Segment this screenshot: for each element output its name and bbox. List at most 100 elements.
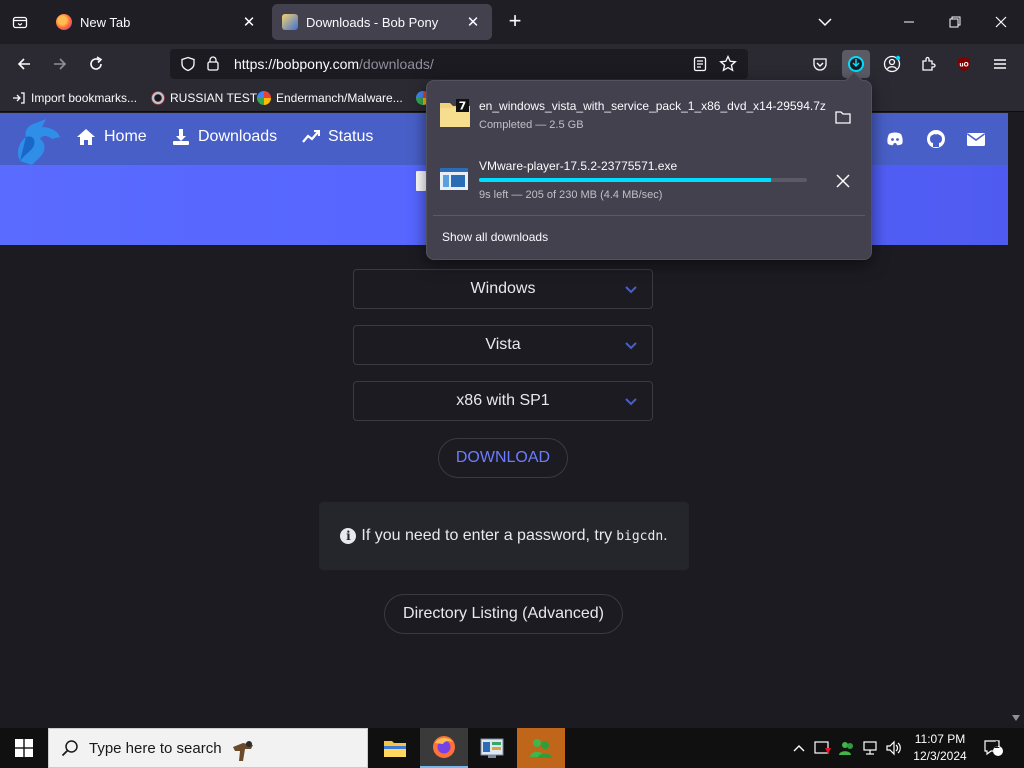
home-icon: [77, 129, 95, 145]
bookmark-russian-test[interactable]: RUSSIAN TEST: [151, 90, 257, 106]
account-icon[interactable]: [878, 50, 906, 78]
download-item-vista[interactable]: 7 en_windows_vista_with_service_pack_1_x…: [433, 89, 865, 145]
github-icon[interactable]: [926, 129, 946, 149]
users-icon: [530, 739, 552, 758]
bookmark-label: RUSSIAN TEST: [170, 91, 258, 105]
url-text[interactable]: https://bobpony.com/downloads/: [234, 56, 434, 72]
control-panel-icon: [480, 738, 504, 758]
directory-listing-button[interactable]: Directory Listing (Advanced): [384, 594, 623, 634]
forward-button[interactable]: [46, 50, 74, 78]
taskbar-control-panel[interactable]: [468, 728, 516, 768]
reader-view-icon[interactable]: [692, 56, 708, 72]
taskbar-app-people[interactable]: [517, 728, 565, 768]
bobpony-logo-icon[interactable]: [12, 117, 64, 167]
folder-icon: [835, 111, 851, 124]
download-progress-bar: [479, 178, 807, 182]
tab-new-tab[interactable]: New Tab ✕: [46, 4, 268, 40]
close-window-button[interactable]: [978, 0, 1024, 44]
show-in-folder-button[interactable]: [831, 105, 855, 129]
start-button[interactable]: [0, 728, 48, 768]
shield-icon[interactable]: [180, 56, 196, 72]
action-center-button[interactable]: 1: [980, 728, 1006, 768]
download-item-vmware[interactable]: VMware-player-17.5.2-23775571.exe 9s lef…: [433, 151, 865, 207]
bookmark-endermanch-malware[interactable]: Endermanch/Malware...: [257, 90, 403, 106]
restore-button[interactable]: [932, 0, 978, 44]
taskbar-search-box[interactable]: Type here to search: [48, 728, 368, 768]
search-icon: [61, 740, 78, 757]
discord-icon[interactable]: [885, 129, 905, 149]
trend-up-icon: [302, 130, 320, 143]
windows-taskbar: Type here to search 11:07 PM 12/3/2024 1: [0, 728, 1024, 768]
volume-icon[interactable]: [883, 728, 905, 768]
chevron-down-icon: [625, 398, 637, 406]
tab-bar: New Tab ✕ Downloads - Bob Pony ✕ +: [0, 0, 1024, 44]
notification-icon: [984, 740, 1003, 756]
clock-time: 11:07 PM: [914, 732, 966, 746]
list-all-tabs-button[interactable]: [8, 10, 32, 34]
bookmark-import[interactable]: Import bookmarks...: [12, 90, 137, 106]
tray-device-icon[interactable]: [812, 728, 834, 768]
os-family-select[interactable]: Windows: [353, 269, 653, 309]
taskbar-file-explorer[interactable]: [371, 728, 419, 768]
password-code: bigcdn: [616, 528, 664, 544]
show-all-downloads-button[interactable]: Show all downloads: [442, 230, 548, 244]
lock-icon[interactable]: [206, 55, 220, 71]
cancel-download-button[interactable]: [831, 169, 855, 193]
pocket-icon[interactable]: [806, 50, 834, 78]
nav-status[interactable]: Status: [302, 128, 373, 146]
device-warning-icon: [814, 741, 831, 754]
nav-downloads[interactable]: Downloads: [172, 128, 277, 146]
google-icon: [257, 91, 271, 105]
star-icon[interactable]: [719, 55, 737, 73]
password-note: i If you need to enter a password, try b…: [319, 502, 689, 570]
taskbar-firefox[interactable]: [420, 728, 468, 768]
ublock-origin-icon[interactable]: uO: [950, 50, 978, 78]
clock-date: 12/3/2024: [913, 749, 967, 763]
download-button[interactable]: DOWNLOAD: [438, 438, 568, 478]
mail-icon[interactable]: [966, 129, 986, 149]
download-progress-fill: [479, 178, 771, 182]
menu-icon[interactable]: [986, 50, 1014, 78]
page-scrollbar[interactable]: [1008, 113, 1024, 728]
import-icon: [13, 92, 25, 104]
show-hidden-icons-button[interactable]: [788, 728, 810, 768]
note-suffix: .: [663, 527, 668, 544]
nav-status-label: Status: [328, 128, 374, 145]
download-status: Completed — 2.5 GB: [479, 119, 584, 131]
exe-installer-icon: [440, 168, 468, 190]
download-filename: en_windows_vista_with_service_pack_1_x86…: [479, 99, 826, 113]
tray-people-icon[interactable]: [836, 728, 858, 768]
tab-label: Downloads - Bob Pony: [306, 14, 439, 30]
nav-home[interactable]: Home: [76, 128, 147, 146]
new-tab-button[interactable]: +: [504, 10, 526, 32]
url-bar[interactable]: https://bobpony.com/downloads/: [170, 49, 748, 79]
folder-icon: [384, 741, 406, 757]
tab-downloads-bob-pony[interactable]: Downloads - Bob Pony ✕: [272, 4, 492, 40]
taskbar-clock[interactable]: 11:07 PM 12/3/2024: [906, 731, 974, 765]
select-value: Vista: [485, 336, 521, 353]
download-icon: [173, 129, 189, 145]
ethernet-icon: [863, 741, 877, 755]
os-edition-select[interactable]: x86 with SP1: [353, 381, 653, 421]
users-icon: [839, 742, 853, 755]
search-highlight-icon: [233, 741, 253, 761]
hero-title-fragment: [416, 171, 426, 191]
url-host: https://bobpony.com: [234, 56, 360, 72]
network-icon[interactable]: [860, 728, 882, 768]
close-icon[interactable]: ✕: [240, 13, 258, 31]
tab-label: New Tab: [80, 14, 131, 30]
back-button[interactable]: [10, 50, 38, 78]
os-version-select[interactable]: Vista: [353, 325, 653, 365]
svg-text:7: 7: [459, 100, 467, 113]
minimize-button[interactable]: [886, 0, 932, 44]
nav-home-label: Home: [104, 128, 147, 145]
scroll-down-arrow-icon[interactable]: [1012, 715, 1020, 721]
chevron-down-icon[interactable]: [802, 0, 848, 44]
screen: New Tab ✕ Downloads - Bob Pony ✕ + https…: [0, 0, 1024, 768]
extensions-icon[interactable]: [914, 50, 942, 78]
firefox-icon: [56, 14, 72, 30]
speaker-icon: [886, 740, 901, 756]
reload-button[interactable]: [82, 50, 110, 78]
bookmark-label: Import bookmarks...: [31, 91, 138, 105]
close-icon[interactable]: ✕: [464, 13, 482, 31]
